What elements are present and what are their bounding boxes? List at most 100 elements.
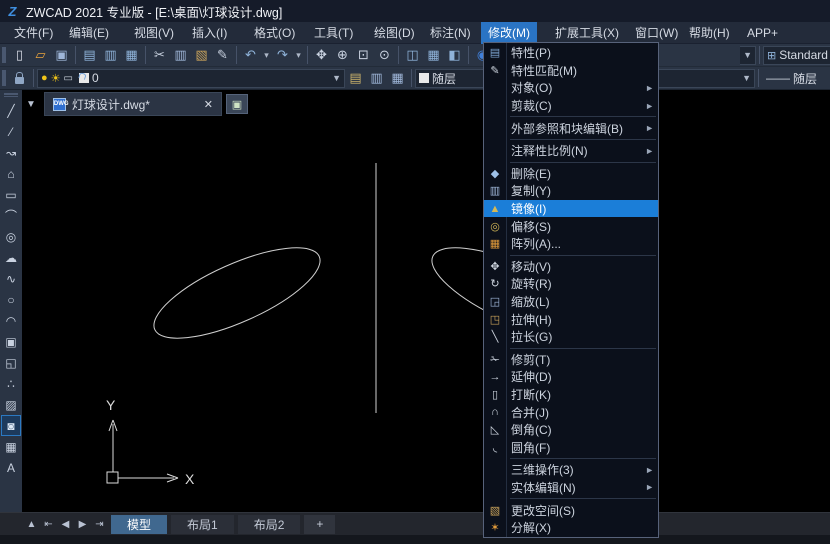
- toolbar-grip[interactable]: [2, 70, 6, 86]
- menu-item-join[interactable]: ∩合并(J): [484, 403, 658, 421]
- menubar-item-11[interactable]: 窗口(W): [628, 22, 685, 44]
- text-style-caret[interactable]: ▼: [740, 46, 756, 65]
- layer-combo-caret[interactable]: ▼: [332, 73, 341, 83]
- save-icon[interactable]: ▣: [51, 45, 72, 65]
- menu-item-extend[interactable]: →延伸(D): [484, 368, 658, 386]
- new-document-button[interactable]: ▣: [226, 94, 248, 114]
- layout-up-icon[interactable]: ▲: [24, 519, 39, 530]
- hatch-icon[interactable]: ▨: [1, 394, 21, 415]
- make-block-icon[interactable]: ◱: [1, 352, 21, 373]
- undo-icon[interactable]: ↶: [240, 45, 261, 65]
- layout-tab-布局1[interactable]: 布局1: [171, 515, 234, 534]
- menu-item-array[interactable]: ▦阵列(A)...: [484, 235, 658, 253]
- menu-item-sub-7[interactable]: 注释性比例(N)►: [484, 142, 658, 160]
- layer-properties-icon[interactable]: ▤: [345, 68, 366, 88]
- open-folder-icon[interactable]: ▱: [30, 45, 51, 65]
- menubar-item-1[interactable]: 文件(F): [7, 22, 60, 44]
- copy-icon[interactable]: ▥: [170, 45, 191, 65]
- spline-icon[interactable]: ∿: [1, 268, 21, 289]
- redo-icon[interactable]: ↷: [272, 45, 293, 65]
- linetype-combo[interactable]: —— 随层: [762, 69, 830, 88]
- menubar-item-7[interactable]: 绘图(D): [367, 22, 422, 44]
- properties-palette-icon[interactable]: ◫: [402, 45, 423, 65]
- menu-item-move[interactable]: ✥移动(V): [484, 258, 658, 276]
- polyline-icon[interactable]: ↝: [1, 142, 21, 163]
- menu-item-rotate[interactable]: ↻旋转(R): [484, 275, 658, 293]
- close-tab-icon[interactable]: ✕: [204, 98, 213, 111]
- zoom-realtime-icon[interactable]: ⊕: [332, 45, 353, 65]
- layer-lock-icon[interactable]: [9, 68, 30, 88]
- menu-item-chamfer[interactable]: ◺倒角(C): [484, 421, 658, 439]
- layer-thaw-sun-icon[interactable]: ☀: [51, 72, 61, 85]
- arc-icon[interactable]: ⌒: [1, 205, 21, 226]
- table-icon[interactable]: ▦: [1, 436, 21, 457]
- menubar-item-6[interactable]: 工具(T): [307, 22, 360, 44]
- pan-icon[interactable]: ✥: [311, 45, 332, 65]
- menu-item-fillet[interactable]: ◟圆角(F): [484, 438, 658, 456]
- first-tab-icon[interactable]: ⇤: [41, 519, 56, 530]
- toolbar-grip[interactable]: [2, 47, 6, 63]
- point-icon[interactable]: ∴: [1, 373, 21, 394]
- menubar-item-12[interactable]: 帮助(H): [682, 22, 737, 44]
- paste-icon[interactable]: ▧: [191, 45, 212, 65]
- menu-item-trim[interactable]: ✁修剪(T): [484, 351, 658, 369]
- polygon-icon[interactable]: ⌂: [1, 163, 21, 184]
- menubar-item-2[interactable]: 编辑(E): [62, 22, 116, 44]
- menu-item-sub-29[interactable]: 实体编辑(N)►: [484, 479, 658, 497]
- mtext-icon[interactable]: A: [1, 457, 21, 478]
- circle-icon[interactable]: ◎: [1, 226, 21, 247]
- layer-states-icon[interactable]: ▥: [366, 68, 387, 88]
- menu-item-sub-2[interactable]: 对象(O)►: [484, 79, 658, 97]
- layer-combo[interactable]: ● ☀ ▭ 0 ▼: [37, 69, 345, 88]
- zoom-window-icon[interactable]: ⊡: [353, 45, 374, 65]
- undo-dropdown-icon[interactable]: ▾: [261, 45, 272, 65]
- menu-item-break[interactable]: ▯打断(K): [484, 386, 658, 404]
- menu-item-erase[interactable]: ◆删除(E): [484, 165, 658, 183]
- ellipse-left[interactable]: [143, 230, 331, 356]
- menubar-item-4[interactable]: 插入(I): [185, 22, 234, 44]
- menubar-item-9[interactable]: 修改(M): [481, 22, 537, 44]
- gradient-icon[interactable]: ◙: [1, 415, 21, 436]
- layout-tab-布局2[interactable]: 布局2: [238, 515, 301, 534]
- last-tab-icon[interactable]: ⇥: [92, 519, 107, 530]
- layout-tab-模型[interactable]: 模型: [111, 515, 167, 534]
- ellipse-icon[interactable]: ○: [1, 289, 21, 310]
- document-tab[interactable]: DWG 灯球设计.dwg* ✕: [44, 92, 222, 116]
- menu-item-offset[interactable]: ◎偏移(S): [484, 217, 658, 235]
- menu-item-mirror[interactable]: ▲镜像(I): [484, 200, 658, 218]
- menu-item-sub-5[interactable]: 外部参照和块编辑(B)►: [484, 119, 658, 137]
- design-center-icon[interactable]: ▦: [423, 45, 444, 65]
- menubar-item-10[interactable]: 扩展工具(X): [548, 22, 626, 44]
- revcloud-icon[interactable]: ☁: [1, 247, 21, 268]
- menubar-item-3[interactable]: 视图(V): [127, 22, 181, 44]
- menu-item-lengthen[interactable]: ╲拉长(G): [484, 328, 658, 346]
- match-properties-icon[interactable]: ✎: [212, 45, 233, 65]
- layer-on-bulb-icon[interactable]: ●: [41, 72, 48, 84]
- plot-icon[interactable]: ▤: [79, 45, 100, 65]
- drawing-canvas[interactable]: Y X: [22, 90, 830, 512]
- prev-tab-icon[interactable]: ◀: [58, 519, 73, 530]
- line-icon[interactable]: ╱: [1, 100, 21, 121]
- layer-vp-freeze-icon[interactable]: ▭: [64, 73, 73, 84]
- publish-icon[interactable]: ▦: [121, 45, 142, 65]
- menubar-item-13[interactable]: APP+: [740, 22, 785, 44]
- dim-style-combo[interactable]: ⊞ Standard ▼: [763, 46, 830, 65]
- tab-list-caret-icon[interactable]: ▼: [22, 99, 40, 110]
- draw-toolbar-grip[interactable]: [4, 93, 18, 97]
- menu-item-sub-3[interactable]: 剪裁(C)►: [484, 97, 658, 115]
- color-combo-caret[interactable]: ▼: [742, 73, 751, 83]
- menu-item-scale[interactable]: ◲缩放(L): [484, 293, 658, 311]
- menu-item-stretch[interactable]: ◳拉伸(H): [484, 310, 658, 328]
- menubar-item-5[interactable]: 格式(O): [247, 22, 302, 44]
- menu-item-copy[interactable]: ▥复制(Y): [484, 182, 658, 200]
- menu-item-explode[interactable]: ✶分解(X): [484, 519, 658, 537]
- ellipse-arc-icon[interactable]: ◠: [1, 310, 21, 331]
- menu-item-sub-28[interactable]: 三维操作(3)►: [484, 461, 658, 479]
- next-tab-icon[interactable]: ▶: [75, 519, 90, 530]
- zoom-previous-icon[interactable]: ⊙: [374, 45, 395, 65]
- new-layout-tab[interactable]: +: [304, 515, 335, 534]
- layer-previous-icon[interactable]: ▦: [387, 68, 408, 88]
- cut-icon[interactable]: ✂: [149, 45, 170, 65]
- xline-icon[interactable]: ⁄: [1, 121, 21, 142]
- redo-dropdown-icon[interactable]: ▾: [293, 45, 304, 65]
